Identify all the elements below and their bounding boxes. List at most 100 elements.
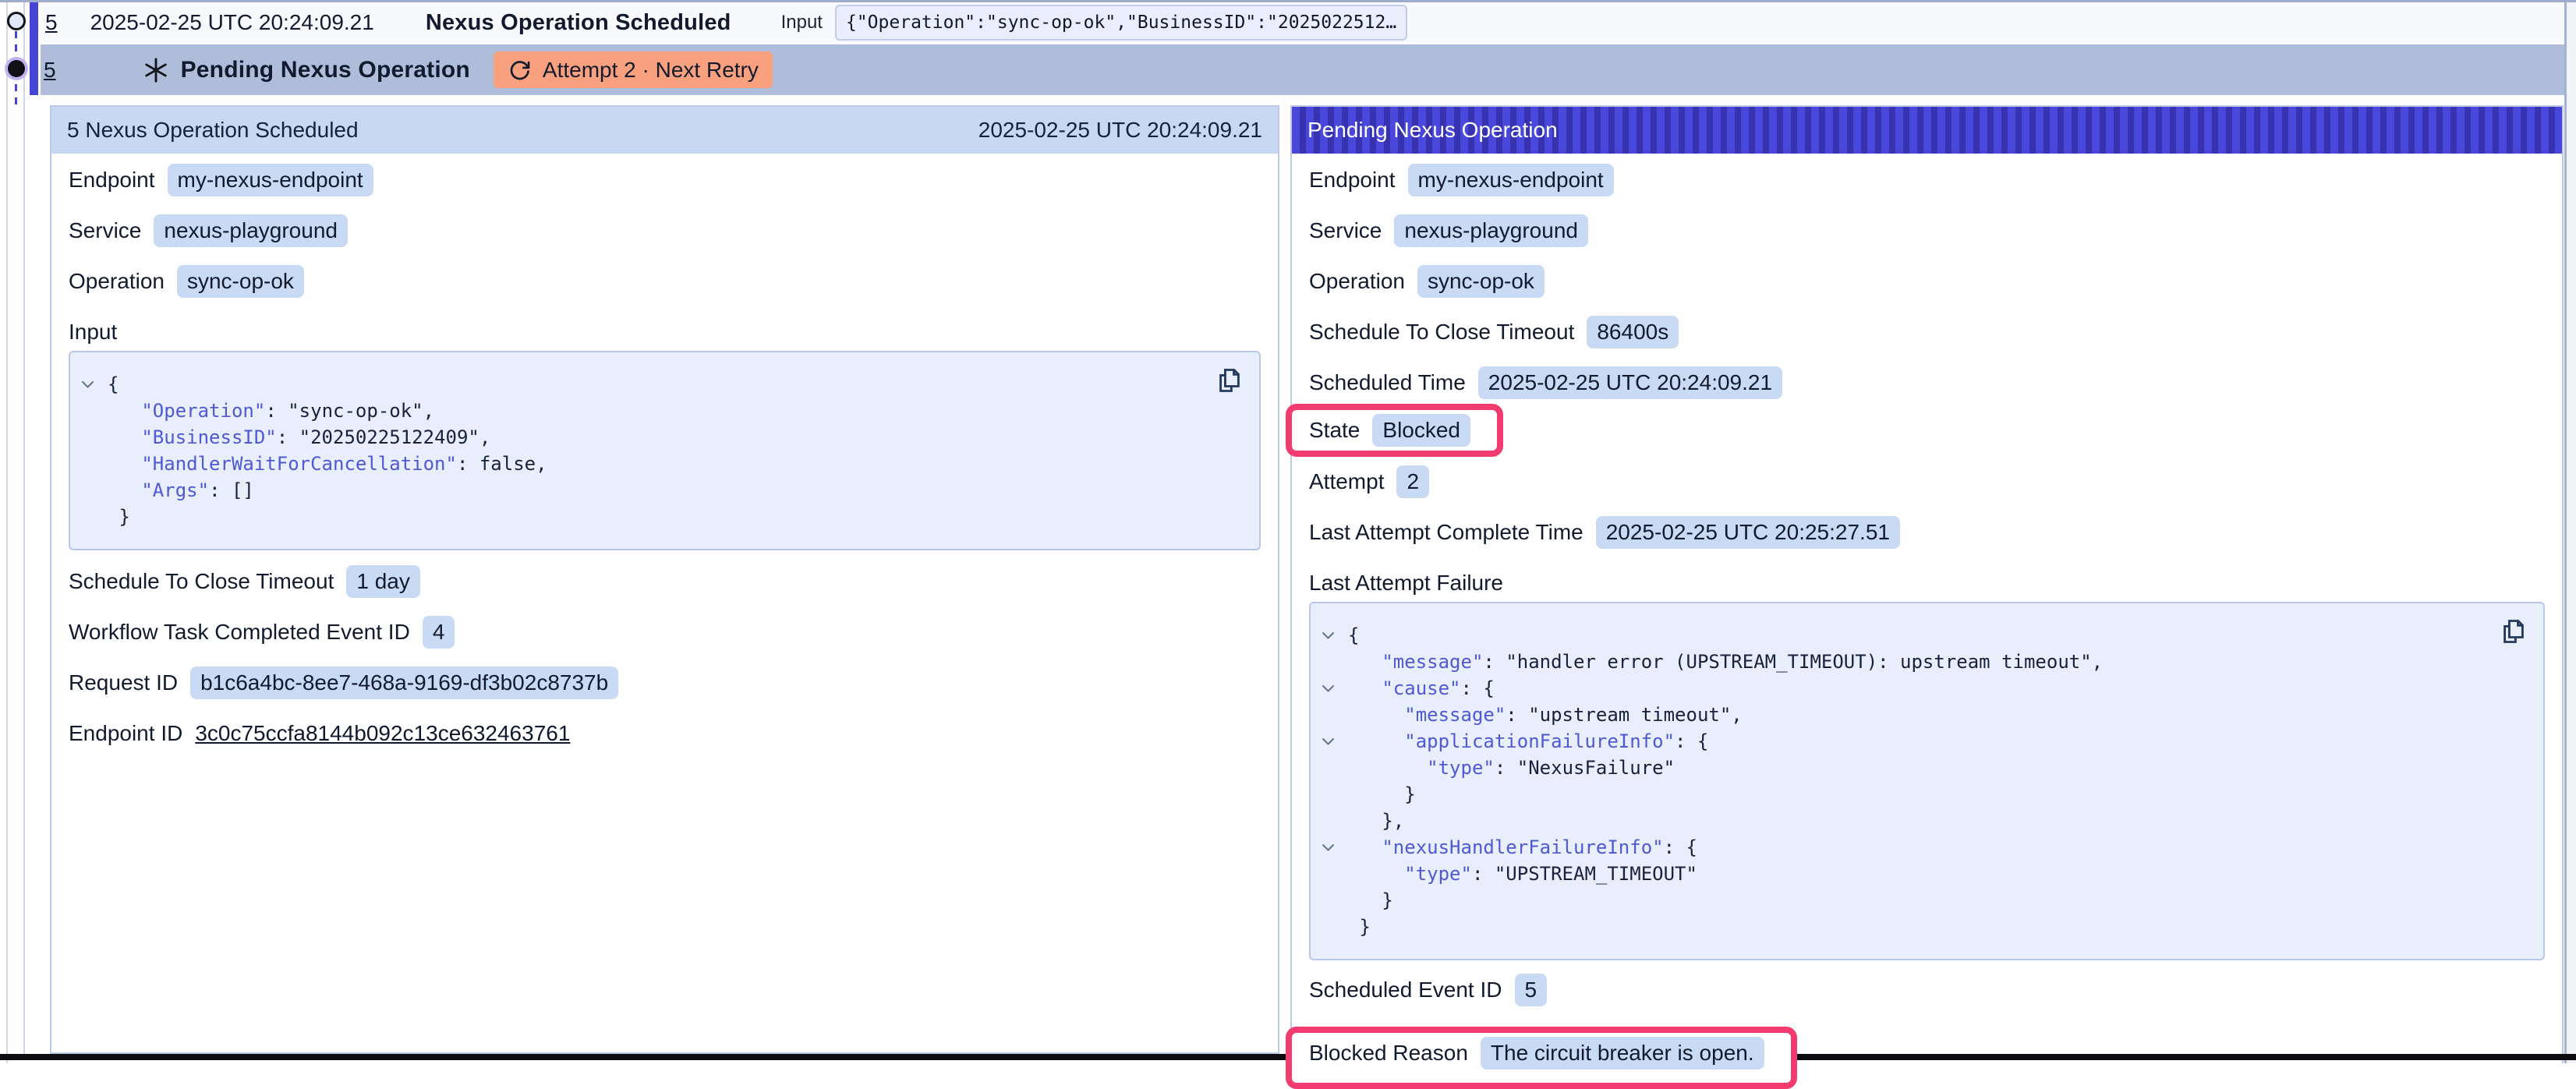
event-timestamp: 2025-02-25 UTC 20:24:09.21 (90, 10, 374, 35)
chevron-down-icon[interactable] (1322, 684, 1335, 693)
scheduled-fields-top: Endpoint my-nexus-endpoint Service nexus… (69, 161, 1261, 300)
code-line: } (1322, 781, 2525, 808)
field-label: Endpoint ID (69, 721, 182, 746)
code-line: "message": "handler error (UPSTREAM_TIME… (1322, 649, 2525, 675)
detail-field-row: Endpoint my-nexus-endpoint (69, 161, 1261, 199)
field-value-badge: nexus-playground (154, 214, 348, 247)
window-top-border (0, 0, 2576, 2)
code-line: } (1322, 914, 2525, 940)
code-line: { (81, 371, 1240, 398)
detail-field-row: Workflow Task Completed Event ID 4 (69, 613, 1261, 651)
failure-json-viewer: { "message": "handler error (UPSTREAM_TI… (1309, 602, 2545, 960)
field-value-badge: 86400s (1587, 316, 1679, 348)
content-right-border (2564, 0, 2567, 1063)
field-label: Request ID (69, 670, 178, 695)
field-label: Service (69, 218, 141, 243)
blocked-reason-annotation-box: Blocked Reason The circuit breaker is op… (1286, 1027, 1797, 1089)
retry-badge-label: Attempt 2 · Next Retry (543, 58, 759, 83)
field-value-badge: 1 day (346, 565, 420, 598)
detail-field-row: Endpoint my-nexus-endpoint (1309, 161, 2545, 199)
scrollbar-gutter[interactable] (2567, 0, 2576, 1063)
event-row-nexus-operation-scheduled[interactable]: 5 2025-02-25 UTC 20:24:09.21 Nexus Opera… (41, 2, 2564, 43)
scheduled-card-timestamp: 2025-02-25 UTC 20:24:09.21 (978, 118, 1262, 143)
field-label: Attempt (1309, 469, 1384, 494)
code-line: "Args": [] (81, 477, 1240, 504)
timeline-pending-dot-icon[interactable] (8, 60, 25, 77)
copy-icon[interactable] (2498, 616, 2529, 647)
scheduled-fields-bottom: Schedule To Close Timeout 1 day Workflow… (69, 563, 1261, 752)
event-row-pending-nexus-operation[interactable]: 5 Pending Nexus Operation Attempt 2 · Ne… (41, 44, 2564, 95)
code-line: "type": "NexusFailure" (1322, 755, 2525, 781)
detail-field-row: Operation sync-op-ok (69, 263, 1261, 300)
retry-icon (508, 58, 533, 83)
code-line: "message": "upstream timeout", (1322, 702, 2525, 728)
state-field-row: State Blocked (1309, 412, 1470, 449)
input-preview-label: Input (781, 12, 823, 34)
scheduled-event-id-row: Scheduled Event ID 5 (1309, 971, 2545, 1009)
chevron-down-icon[interactable] (1322, 631, 1335, 640)
state-value-badge: Blocked (1372, 414, 1470, 447)
collapse-toggle[interactable] (1322, 737, 1348, 746)
field-label: Endpoint (1309, 168, 1396, 193)
chevron-down-icon[interactable] (81, 380, 94, 389)
field-value-badge: 4 (423, 616, 455, 649)
field-label: Scheduled Time (1309, 370, 1466, 395)
field-value-badge: 2025-02-25 UTC 20:24:09.21 (1478, 366, 1782, 399)
collapse-toggle[interactable] (1322, 684, 1348, 693)
code-line: "Operation": "sync-op-ok", (81, 398, 1240, 424)
collapse-toggle[interactable] (81, 380, 108, 389)
blocked-reason-label: Blocked Reason (1309, 1041, 1468, 1066)
code-line: "nexusHandlerFailureInfo": { (1322, 834, 2525, 861)
pending-event-id-link[interactable]: 5 (44, 58, 56, 83)
scheduled-event-detail-card: 5 Nexus Operation Scheduled 2025-02-25 U… (50, 105, 1279, 1054)
field-value-badge: my-nexus-endpoint (168, 164, 373, 196)
code-line: "type": "UPSTREAM_TIMEOUT" (1322, 861, 2525, 887)
detail-field-row: Attempt 2 (1309, 463, 2545, 500)
copy-icon[interactable] (1214, 365, 1245, 396)
retry-attempt-badge: Attempt 2 · Next Retry (494, 51, 773, 88)
window-left-border (6, 0, 8, 1063)
chevron-down-icon[interactable] (1322, 843, 1335, 852)
field-label: Scheduled Event ID (1309, 978, 1502, 1002)
pending-operation-detail-card: Pending Nexus Operation Endpoint my-nexu… (1290, 105, 2564, 1063)
detail-field-row: Service nexus-playground (69, 212, 1261, 249)
code-line: } (81, 504, 1240, 530)
field-label: Workflow Task Completed Event ID (69, 620, 410, 645)
event-id-link[interactable]: 5 (45, 10, 58, 35)
input-section-label: Input (69, 313, 1261, 345)
collapse-toggle[interactable] (1322, 843, 1348, 852)
event-title: Nexus Operation Scheduled (426, 10, 731, 36)
field-value-link[interactable]: 3c0c75ccfa8144b092c13ce632463761 (195, 721, 570, 746)
state-annotation-box: State Blocked (1286, 404, 1503, 457)
field-value-badge: b1c6a4bc-8ee7-468a-9169-df3b02c8737b (190, 666, 618, 699)
field-label: Endpoint (69, 168, 155, 193)
field-value-badge: nexus-playground (1394, 214, 1588, 247)
pending-card-header: Pending Nexus Operation (1292, 107, 2562, 154)
field-label: Operation (69, 269, 165, 294)
blocked-reason-field-row: Blocked Reason The circuit breaker is op… (1309, 1034, 1764, 1072)
failure-section-label: Last Attempt Failure (1309, 564, 2545, 596)
detail-field-row: Scheduled Time 2025-02-25 UTC 20:24:09.2… (1309, 364, 2545, 401)
detail-field-row: Request ID b1c6a4bc-8ee7-468a-9169-df3b0… (69, 664, 1261, 702)
field-label: Schedule To Close Timeout (69, 569, 334, 594)
pending-card-title: Pending Nexus Operation (1307, 118, 1558, 143)
field-label: Operation (1309, 269, 1405, 294)
code-line: }, (1322, 808, 2525, 834)
scheduled-card-title: 5 Nexus Operation Scheduled (67, 118, 359, 143)
field-value-badge: 5 (1515, 974, 1548, 1006)
chevron-down-icon[interactable] (1322, 737, 1335, 746)
field-value-badge: sync-op-ok (1417, 265, 1545, 298)
input-preview-chip[interactable]: {"Operation":"sync-op-ok","BusinessID":"… (835, 5, 1407, 41)
detail-field-row: Last Attempt Complete Time 2025-02-25 UT… (1309, 514, 2545, 551)
code-line: "applicationFailureInfo": { (1322, 728, 2525, 755)
code-line: } (1322, 887, 2525, 914)
detail-field-row: Service nexus-playground (1309, 212, 2545, 249)
timeline-gutter-border (23, 0, 25, 1054)
state-label: State (1309, 418, 1360, 443)
asterisk-icon (142, 56, 170, 84)
code-line: "HandlerWaitForCancellation": false, (81, 451, 1240, 477)
collapse-toggle[interactable] (1322, 631, 1348, 640)
field-value-badge: 2025-02-25 UTC 20:25:27.51 (1596, 516, 1900, 549)
timeline-event-circle-icon[interactable] (7, 12, 26, 30)
scheduled-card-header: 5 Nexus Operation Scheduled 2025-02-25 U… (51, 107, 1278, 154)
